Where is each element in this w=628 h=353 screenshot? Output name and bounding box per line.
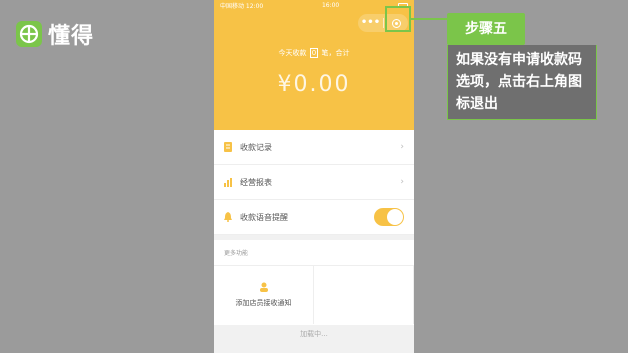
chevron-right-icon: ›	[400, 142, 404, 152]
more-menu-button[interactable]: •••	[358, 14, 383, 32]
function-menu: 收款记录 › 经营报表 › 收款语音提醒	[214, 130, 414, 235]
voice-alert-toggle[interactable]	[374, 208, 404, 226]
loading-indicator: 加载中...	[300, 330, 328, 338]
bell-icon	[224, 212, 232, 222]
status-bar: 中国移动 12:00 16:00	[214, 0, 414, 10]
step-label: 步骤五	[447, 13, 525, 45]
menu-item-voice-alert: 收款语音提醒	[214, 200, 414, 235]
summary-suffix: 笔，合计	[321, 49, 350, 57]
phone-screen: 中国移动 12:00 16:00 ••• 今天收款 0 笔，合计 ¥0.00 收…	[214, 0, 414, 353]
income-header: ••• 今天收款 0 笔，合计 ¥0.00	[214, 10, 414, 130]
today-summary: 今天收款 0 笔，合计	[214, 48, 414, 58]
summary-count: 0	[309, 48, 319, 58]
menu-item-label: 收款记录	[240, 142, 272, 152]
menu-item-records[interactable]: 收款记录 ›	[214, 130, 414, 165]
empty-cell	[314, 266, 414, 324]
brand-name: 懂得	[48, 24, 95, 49]
brand-logo: 懂得	[16, 18, 94, 50]
total-amount: ¥0.00	[277, 72, 351, 97]
menu-item-label: 经营报表	[240, 177, 272, 187]
more-functions: 更多功能 添加店员接收通知	[214, 240, 414, 325]
status-time: 16:00	[321, 1, 340, 9]
more-functions-title: 更多功能	[214, 240, 414, 266]
add-staff-label: 添加店员接收通知	[235, 299, 292, 307]
summary-prefix: 今天收款	[278, 49, 307, 57]
add-staff-button[interactable]: 添加店员接收通知	[214, 266, 314, 324]
instruction-callout: 如果没有申请收款码选项，点击右上角图标退出	[447, 45, 597, 120]
menu-item-reports[interactable]: 经营报表 ›	[214, 165, 414, 200]
chart-icon	[224, 178, 232, 187]
brand-mark-icon	[16, 21, 42, 47]
exit-icon-highlight	[385, 6, 411, 32]
menu-item-label: 收款语音提醒	[240, 212, 288, 222]
more-functions-grid: 添加店员接收通知	[214, 266, 414, 324]
chevron-right-icon: ›	[400, 177, 404, 187]
callout-connector	[411, 18, 447, 20]
receipt-icon	[224, 142, 232, 152]
staff-icon	[259, 282, 268, 292]
status-carrier: 中国移动 12:00	[220, 2, 264, 10]
